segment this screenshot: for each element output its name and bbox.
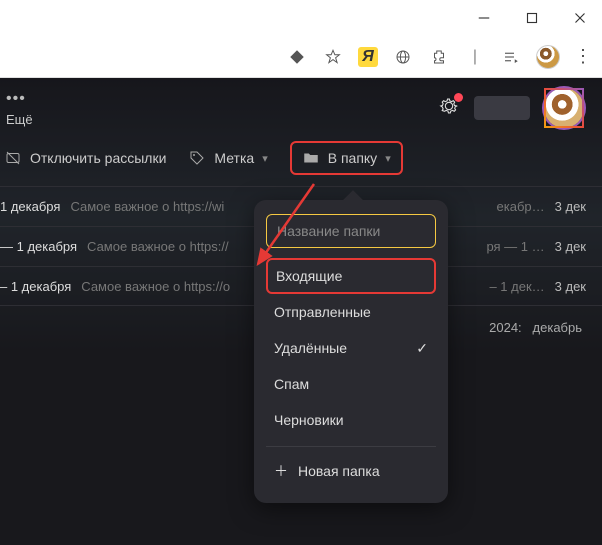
row-tail: ря — 1 …: [486, 239, 544, 254]
divider: |: [464, 46, 486, 68]
diamond-icon[interactable]: [286, 46, 308, 68]
row-subject: 1 декабря: [0, 199, 60, 214]
row-preview: Самое важное о https://wi: [70, 199, 224, 214]
new-folder-button[interactable]: ＋ Новая папка: [266, 455, 436, 487]
folder-name-input[interactable]: [266, 214, 436, 248]
folder-label: В папку: [328, 150, 377, 166]
yandex-extension-icon[interactable]: Я: [358, 47, 378, 67]
unsubscribe-label: Отключить рассылки: [30, 150, 166, 166]
folder-option-drafts[interactable]: Черновики: [266, 402, 436, 438]
notification-dot-icon: [454, 93, 463, 102]
footer-period: 2024: декабрь: [489, 320, 582, 335]
folder-option-inbox[interactable]: Входящие: [266, 258, 436, 294]
row-subject: — 1 декабря: [0, 239, 77, 254]
row-date: 3 дек: [555, 199, 586, 214]
playlist-icon[interactable]: [500, 46, 522, 68]
more-label[interactable]: Ещё: [0, 112, 33, 127]
browser-toolbar: Я | ⋮: [0, 36, 602, 78]
row-tail: – 1 дек…: [489, 279, 544, 294]
mail-app: ••• Ещё Отключить рассылки Метка ▾ В пап…: [0, 78, 602, 545]
divider: [266, 446, 436, 447]
footer-month: декабрь: [533, 320, 582, 335]
plus-icon: ＋: [274, 461, 288, 481]
row-preview: Самое важное о https://: [87, 239, 229, 254]
folder-option-label: Черновики: [274, 412, 344, 428]
unsubscribe-icon: [4, 149, 22, 167]
minimize-button[interactable]: [470, 4, 498, 32]
row-date: 3 дек: [555, 279, 586, 294]
kebab-menu-icon[interactable]: ⋮: [574, 46, 592, 67]
star-icon[interactable]: [322, 46, 344, 68]
row-subject: – 1 декабря: [0, 279, 71, 294]
row-date: 3 дек: [555, 239, 586, 254]
check-icon: ✓: [416, 340, 428, 357]
app-header: ••• Ещё: [0, 78, 602, 138]
chevron-down-icon: ▾: [262, 152, 268, 165]
more-dots-icon[interactable]: •••: [0, 90, 33, 108]
row-preview: Самое важное о https://o: [81, 279, 230, 294]
footer-year: 2024:: [489, 320, 522, 335]
maximize-button[interactable]: [518, 4, 546, 32]
move-to-folder-button[interactable]: В папку ▾: [290, 141, 403, 175]
window-controls: [0, 0, 602, 36]
user-name-pill[interactable]: [474, 96, 530, 120]
extensions-icon[interactable]: [428, 46, 450, 68]
folder-option-spam[interactable]: Спам: [266, 366, 436, 402]
label-text: Метка: [214, 150, 254, 166]
folder-option-label: Спам: [274, 376, 309, 392]
mail-toolbar: Отключить рассылки Метка ▾ В папку ▾: [0, 138, 602, 178]
folder-icon: [302, 149, 320, 167]
user-avatar[interactable]: [544, 88, 584, 128]
label-button[interactable]: Метка ▾: [188, 149, 267, 167]
folder-option-label: Удалённые: [274, 340, 347, 356]
tag-icon: [188, 149, 206, 167]
globe-icon[interactable]: [392, 46, 414, 68]
row-tail: екабр…: [497, 199, 545, 214]
settings-button[interactable]: [438, 95, 460, 122]
folder-dropdown: Входящие Отправленные Удалённые ✓ Спам Ч…: [254, 200, 448, 503]
folder-option-sent[interactable]: Отправленные: [266, 294, 436, 330]
folder-option-trash[interactable]: Удалённые ✓: [266, 330, 436, 366]
close-button[interactable]: [566, 4, 594, 32]
new-folder-label: Новая папка: [298, 463, 380, 479]
chevron-down-icon: ▾: [385, 152, 391, 165]
folder-option-label: Входящие: [276, 268, 342, 284]
profile-avatar-icon[interactable]: [536, 45, 560, 69]
unsubscribe-button[interactable]: Отключить рассылки: [4, 149, 166, 167]
folder-option-label: Отправленные: [274, 304, 371, 320]
